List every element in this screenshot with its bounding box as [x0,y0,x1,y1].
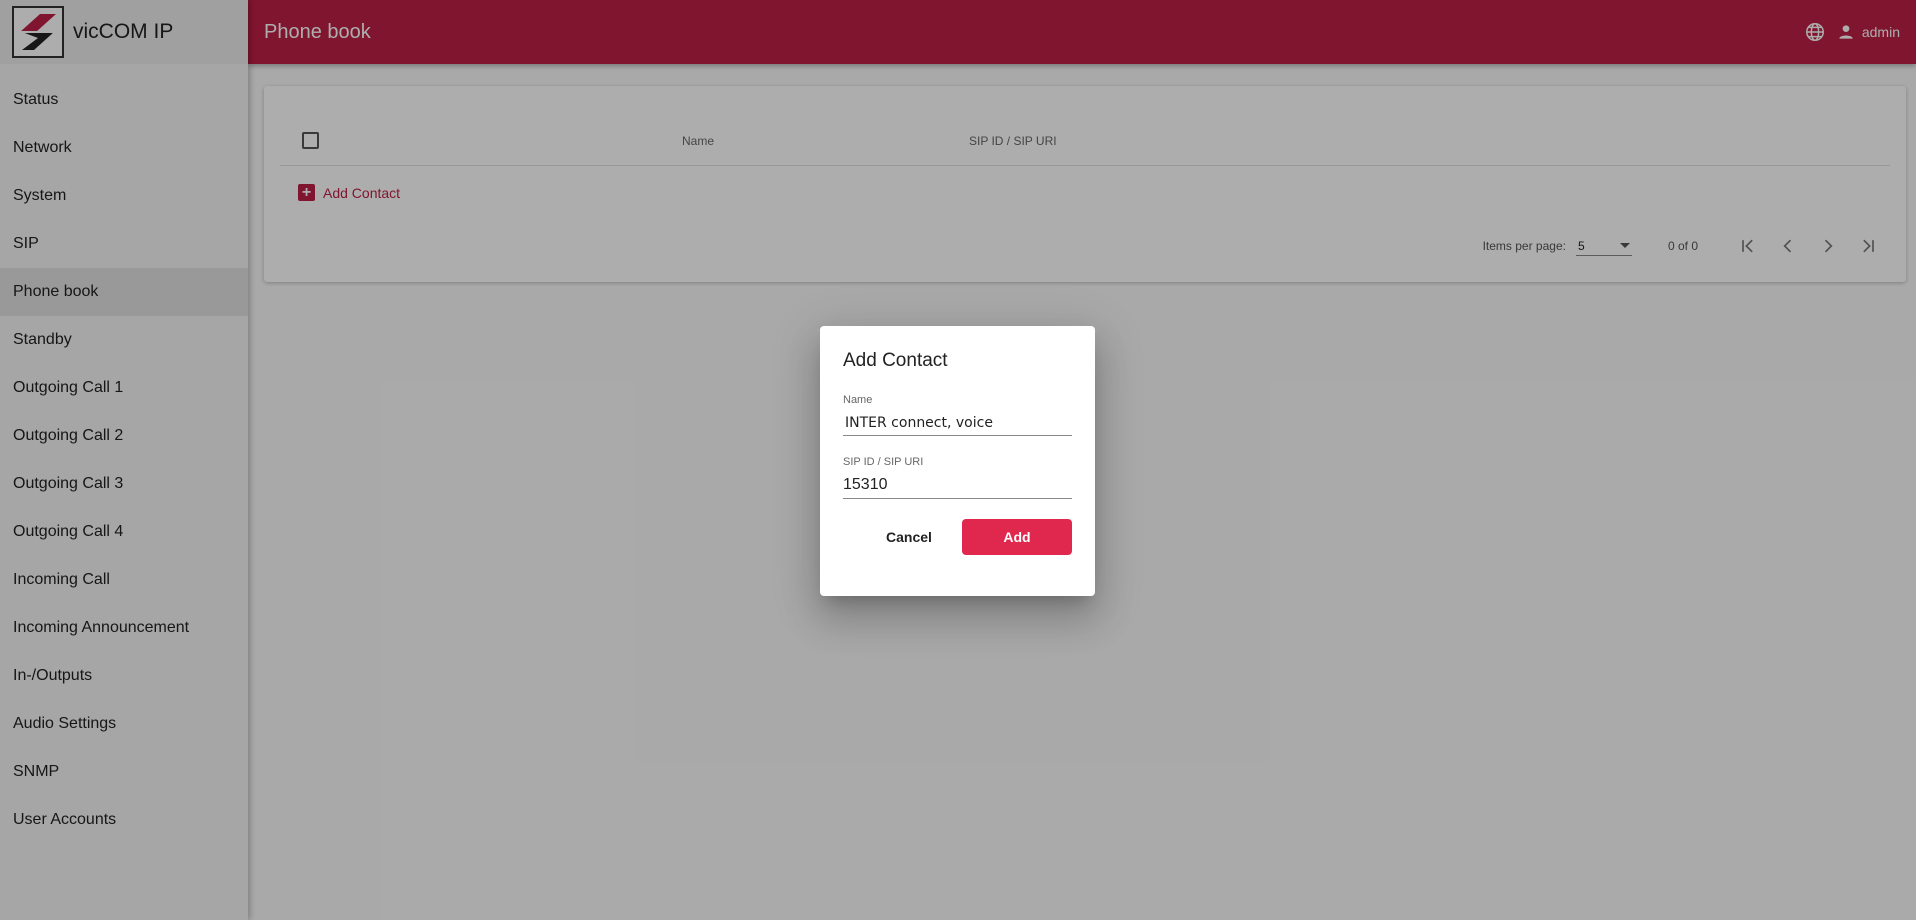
add-button[interactable]: Add [962,519,1072,555]
dialog-title: Add Contact [843,350,948,371]
sip-field-label: SIP ID / SIP URI [843,456,924,468]
sip-input[interactable] [843,476,1072,499]
name-field-label: Name [843,394,873,406]
dialog-actions: Cancel Add [843,519,1072,555]
name-input[interactable] [843,415,1072,436]
add-contact-dialog: Add Contact Name SIP ID / SIP URI Cancel… [820,326,1095,596]
name-field-group: Name [843,394,1072,436]
sip-field-group: SIP ID / SIP URI [843,456,1072,499]
cancel-button[interactable]: Cancel [864,519,954,555]
